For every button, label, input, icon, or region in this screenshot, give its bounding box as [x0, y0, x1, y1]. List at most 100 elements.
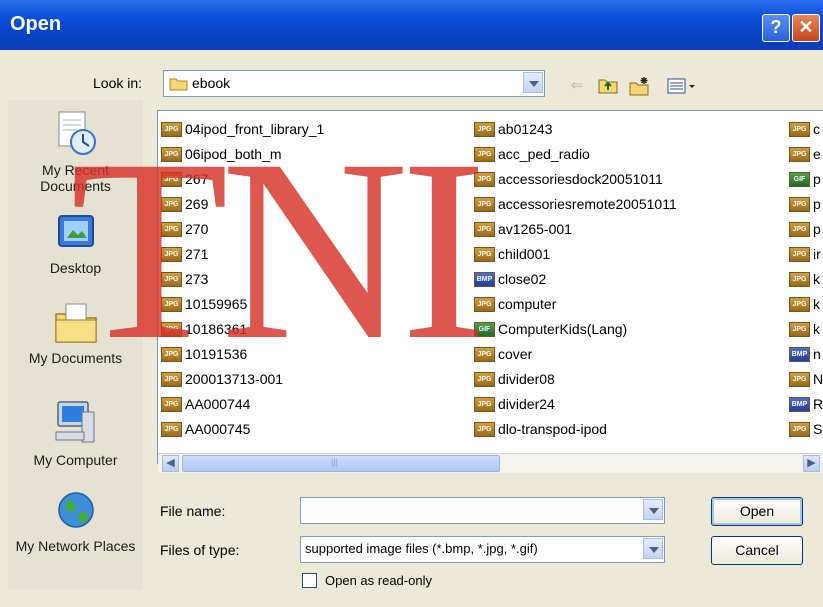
file-item[interactable]: JPG k — [789, 292, 823, 317]
file-item[interactable]: GIF p — [789, 167, 823, 192]
file-item[interactable]: JPG accessoriesdock20051011 — [474, 167, 677, 192]
title-bar: Open ? ✕ — [0, 0, 823, 50]
file-item[interactable]: JPG 200013713-001 — [161, 367, 324, 392]
file-item[interactable]: JPG av1265-001 — [474, 217, 677, 242]
file-name: n — [813, 346, 821, 362]
file-item[interactable]: BMP close02 — [474, 267, 677, 292]
file-item[interactable]: JPG p — [789, 192, 823, 217]
file-name-dropdown-arrow[interactable] — [643, 499, 663, 520]
file-item[interactable]: JPG k — [789, 267, 823, 292]
up-folder-icon[interactable] — [597, 76, 619, 96]
file-name: ir — [813, 246, 821, 262]
file-item[interactable]: JPG 04ipod_front_library_1 — [161, 117, 324, 142]
file-name: cover — [498, 346, 533, 362]
place-my-computer[interactable]: My Computer — [8, 398, 143, 468]
open-button[interactable]: Open — [711, 497, 803, 526]
place-my-documents[interactable]: My Documents — [8, 300, 143, 366]
file-name: p — [813, 196, 821, 212]
look-in-value: ebook — [192, 75, 231, 91]
back-icon[interactable]: ⇐ — [566, 76, 588, 96]
file-item[interactable]: JPG cover — [474, 342, 677, 367]
file-item[interactable]: JPG N — [789, 367, 823, 392]
file-name: close02 — [498, 271, 547, 287]
file-item[interactable]: JPG e — [789, 142, 823, 167]
file-item[interactable]: JPG 270 — [161, 217, 324, 242]
file-item[interactable]: JPG ab01243 — [474, 117, 677, 142]
file-item[interactable]: JPG accessoriesremote20051011 — [474, 192, 677, 217]
file-item[interactable]: JPG 271 — [161, 242, 324, 267]
file-item[interactable]: JPG c — [789, 117, 823, 142]
file-item[interactable]: JPG 269 — [161, 192, 324, 217]
jpg-file-icon: JPG — [474, 122, 495, 137]
scroll-right-icon[interactable]: ▶ — [803, 455, 820, 472]
file-name: 04ipod_front_library_1 — [185, 121, 325, 137]
files-of-type-dropdown[interactable]: supported image files (*.bmp, *.jpg, *.g… — [300, 536, 665, 563]
place-network-places[interactable]: My Network Places — [8, 490, 143, 554]
file-name: c — [813, 121, 820, 137]
jpg-file-icon: JPG — [474, 147, 495, 162]
place-recent-documents[interactable]: My Recent Documents — [8, 110, 143, 194]
file-item[interactable]: BMP n — [789, 342, 823, 367]
file-item[interactable]: JPG 267 — [161, 167, 324, 192]
place-label: My Network Places — [15, 538, 136, 554]
file-name: 269 — [185, 196, 209, 212]
file-name: R — [813, 396, 823, 412]
file-item[interactable]: JPG p — [789, 217, 823, 242]
file-name: 270 — [185, 221, 209, 237]
jpg-file-icon: JPG — [161, 197, 182, 212]
look-in-dropdown[interactable]: ebook — [163, 70, 545, 97]
file-name: divider24 — [498, 396, 555, 412]
place-label: My Documents — [28, 350, 123, 366]
cancel-button[interactable]: Cancel — [711, 536, 803, 565]
file-item[interactable]: JPG acc_ped_radio — [474, 142, 677, 167]
file-item[interactable]: JPG 06ipod_both_m — [161, 142, 324, 167]
file-name: 273 — [185, 271, 209, 287]
jpg-file-icon: JPG — [789, 247, 810, 262]
file-name: 10191536 — [185, 346, 248, 362]
file-item[interactable]: JPG computer — [474, 292, 677, 317]
new-folder-icon[interactable] — [629, 76, 651, 96]
file-item[interactable]: JPG k — [789, 317, 823, 342]
file-item[interactable]: JPG AA000744 — [161, 392, 324, 417]
file-name-label: File name: — [160, 503, 226, 519]
file-item[interactable]: JPG 10159965 — [161, 292, 324, 317]
jpg-file-icon: JPG — [474, 347, 495, 362]
close-button[interactable]: ✕ — [792, 14, 820, 42]
files-of-type-dropdown-arrow[interactable] — [643, 538, 663, 559]
jpg-file-icon: JPG — [789, 122, 810, 137]
gif-file-icon: GIF — [789, 172, 810, 187]
file-item[interactable]: JPG divider08 — [474, 367, 677, 392]
file-item[interactable]: JPG AA000745 — [161, 417, 324, 442]
recent-documents-icon — [58, 111, 96, 155]
file-item[interactable]: JPG child001 — [474, 242, 677, 267]
file-item[interactable]: JPG S — [789, 417, 823, 442]
help-button[interactable]: ? — [762, 14, 790, 42]
gif-file-icon: GIF — [474, 322, 495, 337]
horizontal-scrollbar[interactable]: ◀ ▶ — [158, 453, 822, 473]
scroll-thumb[interactable] — [182, 455, 500, 472]
file-item[interactable]: JPG ir — [789, 242, 823, 267]
network-places-icon — [57, 492, 94, 528]
view-menu-icon[interactable] — [667, 76, 697, 96]
jpg-file-icon: JPG — [161, 347, 182, 362]
place-label: My Computer — [33, 452, 118, 468]
file-item[interactable]: JPG 273 — [161, 267, 324, 292]
file-list[interactable]: JPG 04ipod_front_library_1 JPG 06ipod_both_… — [157, 110, 823, 464]
file-item[interactable]: GIF ComputerKids(Lang) — [474, 317, 677, 342]
file-item[interactable]: JPG 10186361 — [161, 317, 324, 342]
read-only-checkbox[interactable] — [302, 573, 317, 588]
file-item[interactable]: BMP R — [789, 392, 823, 417]
file-name: accessoriesremote20051011 — [498, 196, 677, 212]
file-item[interactable]: JPG dlo-transpod-ipod — [474, 417, 677, 442]
jpg-file-icon: JPG — [474, 222, 495, 237]
file-name: divider08 — [498, 371, 555, 387]
place-desktop[interactable]: Desktop — [8, 210, 143, 276]
jpg-file-icon: JPG — [161, 297, 182, 312]
jpg-file-icon: JPG — [474, 372, 495, 387]
scroll-left-icon[interactable]: ◀ — [162, 455, 179, 472]
look-in-dropdown-arrow[interactable] — [523, 72, 543, 93]
file-name-input[interactable] — [300, 497, 665, 524]
bmp-file-icon: BMP — [474, 272, 495, 287]
file-item[interactable]: JPG 10191536 — [161, 342, 324, 367]
file-item[interactable]: JPG divider24 — [474, 392, 677, 417]
